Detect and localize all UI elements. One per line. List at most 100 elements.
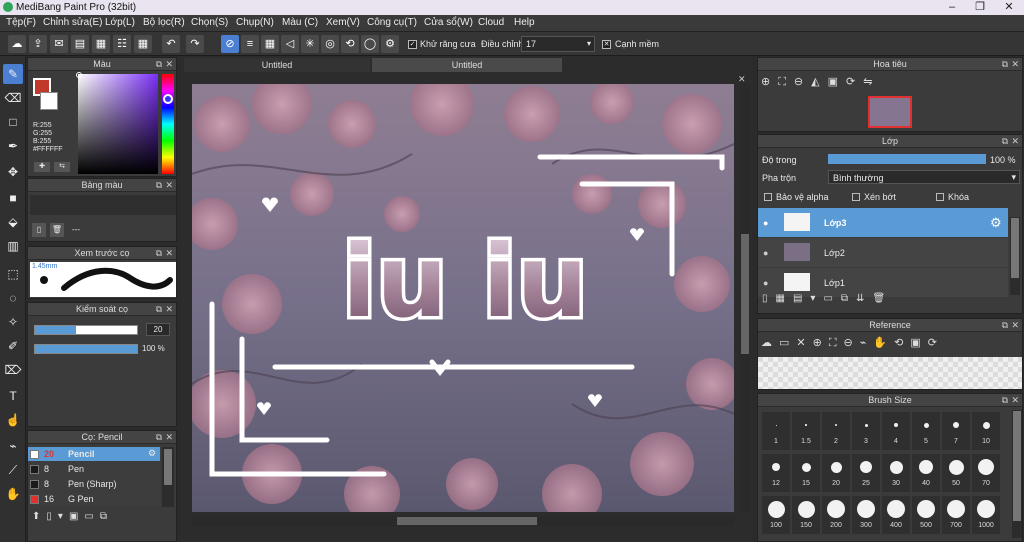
menu-select[interactable]: Chọn(S) bbox=[191, 17, 228, 28]
horizontal-scrollbar[interactable] bbox=[192, 516, 734, 526]
folder-icon[interactable]: ▭ bbox=[823, 293, 840, 304]
brush-size-input[interactable]: 20 bbox=[146, 323, 170, 336]
brush-size-option[interactable]: 50 bbox=[942, 454, 970, 492]
document-icon[interactable]: ▦ bbox=[92, 35, 110, 53]
minimize-button[interactable]: – bbox=[938, 0, 966, 15]
curve-snap-icon[interactable]: ⟲ bbox=[341, 35, 359, 53]
eye-icon[interactable]: ● bbox=[763, 218, 768, 228]
float-icon[interactable]: ⧉ bbox=[156, 179, 162, 192]
brush-opacity-slider[interactable] bbox=[34, 344, 138, 354]
snap-checkbox[interactable]: ✕ bbox=[602, 40, 611, 49]
float-icon[interactable]: ⧉ bbox=[1002, 319, 1008, 332]
gradient-tool-icon[interactable]: ▥ bbox=[3, 236, 23, 256]
rotate-icon[interactable]: ⟳ bbox=[846, 76, 863, 88]
close-icon[interactable]: ✕ bbox=[165, 247, 173, 260]
menu-color[interactable]: Màu (C) bbox=[282, 17, 318, 28]
antialias-checkbox[interactable]: ✓ bbox=[408, 40, 417, 49]
brush-size-option[interactable]: 700 bbox=[942, 496, 970, 534]
undo-icon[interactable]: ↶ bbox=[162, 35, 180, 53]
zoom-out-icon[interactable]: ⊖ bbox=[844, 337, 860, 349]
hand-icon[interactable]: ✋ bbox=[873, 337, 894, 349]
brush-list-scrollbar[interactable] bbox=[162, 447, 174, 507]
scroll-thumb[interactable] bbox=[1011, 218, 1019, 278]
rotate-right-icon[interactable]: ⟳ bbox=[928, 337, 944, 349]
float-icon[interactable]: ⧉ bbox=[1002, 58, 1008, 71]
menu-filter[interactable]: Bộ lọc(R) bbox=[143, 17, 185, 28]
zoom-out-icon[interactable]: ⊖ bbox=[794, 76, 811, 88]
fit-icon[interactable]: ⛶ bbox=[829, 337, 844, 349]
close-icon[interactable]: ✕ bbox=[165, 431, 173, 444]
fill-rect-tool-icon[interactable]: ■ bbox=[3, 188, 23, 208]
gear-icon[interactable]: ⚙ bbox=[148, 448, 156, 459]
flip-icon[interactable]: ◭ bbox=[811, 76, 827, 88]
brush-size-option[interactable]: 40 bbox=[912, 454, 940, 492]
duplicate-brush-icon[interactable]: ⧉ bbox=[100, 511, 113, 522]
magic-wand-tool-icon[interactable]: ✧ bbox=[3, 312, 23, 332]
menu-tools[interactable]: Công cụ(T) bbox=[367, 17, 417, 28]
brush-size-option[interactable]: 4 bbox=[882, 412, 910, 450]
new-layer-icon[interactable]: ▯ bbox=[762, 293, 776, 304]
move-tool-icon[interactable]: ✥ bbox=[3, 162, 23, 182]
float-icon[interactable]: ⧉ bbox=[156, 303, 162, 316]
brush-size-option[interactable]: 1 bbox=[762, 412, 790, 450]
eye-icon[interactable]: ● bbox=[763, 278, 768, 288]
menu-file[interactable]: Tệp(F) bbox=[6, 17, 36, 28]
tab-untitled-2[interactable]: Untitled bbox=[372, 58, 562, 72]
brush-tool-icon[interactable]: ✎ bbox=[3, 64, 23, 84]
zoom-in-icon[interactable]: ⊕ bbox=[813, 337, 829, 349]
close-icon[interactable]: ✕ bbox=[1011, 394, 1019, 407]
pen-tool-icon[interactable]: ✒ bbox=[3, 136, 23, 156]
brush-list-item[interactable]: 16 G Pen bbox=[28, 492, 160, 506]
new-palette-icon[interactable]: ▯ bbox=[32, 223, 46, 237]
brush-list-item[interactable]: 8 Pen bbox=[28, 462, 160, 476]
fit-icon[interactable]: ⛶ bbox=[778, 76, 794, 88]
menu-view[interactable]: Xem(V) bbox=[326, 17, 360, 28]
ellipse-snap-icon[interactable]: ◯ bbox=[361, 35, 379, 53]
brush-size-option[interactable]: 400 bbox=[882, 496, 910, 534]
correction-select[interactable]: 17 ▾ bbox=[521, 36, 595, 52]
close-ref-icon[interactable]: ✕ bbox=[796, 337, 812, 349]
close-window-button[interactable]: ✕ bbox=[994, 0, 1024, 15]
layer-name[interactable]: Lớp2 bbox=[824, 248, 845, 258]
float-icon[interactable]: ⧉ bbox=[156, 58, 162, 71]
layer-opacity-slider[interactable] bbox=[828, 154, 986, 164]
float-icon[interactable]: ⧉ bbox=[156, 247, 162, 260]
grid-list-icon[interactable]: ☷ bbox=[113, 35, 131, 53]
folder-icon[interactable]: ▭ bbox=[84, 511, 99, 522]
eraser-tool-icon[interactable]: ⌫ bbox=[3, 88, 23, 108]
open-folder-icon[interactable]: ▭ bbox=[779, 337, 796, 349]
brush-size-scrollbar[interactable] bbox=[1012, 410, 1022, 538]
grid-snap-icon[interactable]: ▦ bbox=[261, 35, 279, 53]
hand-tool-icon[interactable]: ✋ bbox=[3, 484, 23, 504]
brush-size-option[interactable]: 7 bbox=[942, 412, 970, 450]
brush-size-slider[interactable] bbox=[34, 325, 138, 335]
delete-layer-icon[interactable]: 🗑 bbox=[872, 293, 893, 304]
brush-size-option[interactable]: 200 bbox=[822, 496, 850, 534]
saturation-value-picker[interactable] bbox=[78, 74, 158, 174]
horizontal-scroll-thumb[interactable] bbox=[397, 517, 537, 525]
new-8bit-layer-icon[interactable]: ▤ bbox=[793, 293, 810, 304]
background-color-swatch[interactable] bbox=[40, 92, 58, 110]
layer-row[interactable]: ● Lớp2 bbox=[758, 238, 1008, 267]
eyedropper-icon[interactable]: ⌁ bbox=[860, 337, 874, 349]
eyedropper-tool-icon[interactable]: ⌁ bbox=[3, 436, 23, 456]
reference-area[interactable] bbox=[758, 357, 1022, 389]
brush-size-option[interactable]: 500 bbox=[912, 496, 940, 534]
brush-size-option[interactable]: 15 bbox=[792, 454, 820, 492]
brush-size-option[interactable]: 20 bbox=[822, 454, 850, 492]
duplicate-layer-icon[interactable]: ⧉ bbox=[841, 293, 856, 304]
brush-size-option[interactable]: 10 bbox=[972, 412, 1000, 450]
copy-brush-icon[interactable]: ▣ bbox=[69, 511, 84, 522]
close-icon[interactable]: ✕ bbox=[165, 179, 173, 192]
mirror-icon[interactable]: ⇋ bbox=[863, 76, 880, 88]
eye-icon[interactable]: ● bbox=[763, 248, 768, 258]
brush-size-option[interactable]: 3 bbox=[852, 412, 880, 450]
swap-color-button[interactable]: ⇆ bbox=[54, 162, 70, 172]
close-icon[interactable]: ✕ bbox=[1011, 135, 1019, 148]
brush-size-option[interactable]: 1000 bbox=[972, 496, 1000, 534]
brush-size-option[interactable]: 100 bbox=[762, 496, 790, 534]
merge-down-icon[interactable]: ⇊ bbox=[856, 293, 872, 304]
rotate-left-icon[interactable]: ⟲ bbox=[894, 337, 910, 349]
brush-list-item[interactable]: 20 Pencil ⚙ bbox=[28, 447, 160, 461]
navigator-thumbnail[interactable] bbox=[868, 96, 912, 128]
